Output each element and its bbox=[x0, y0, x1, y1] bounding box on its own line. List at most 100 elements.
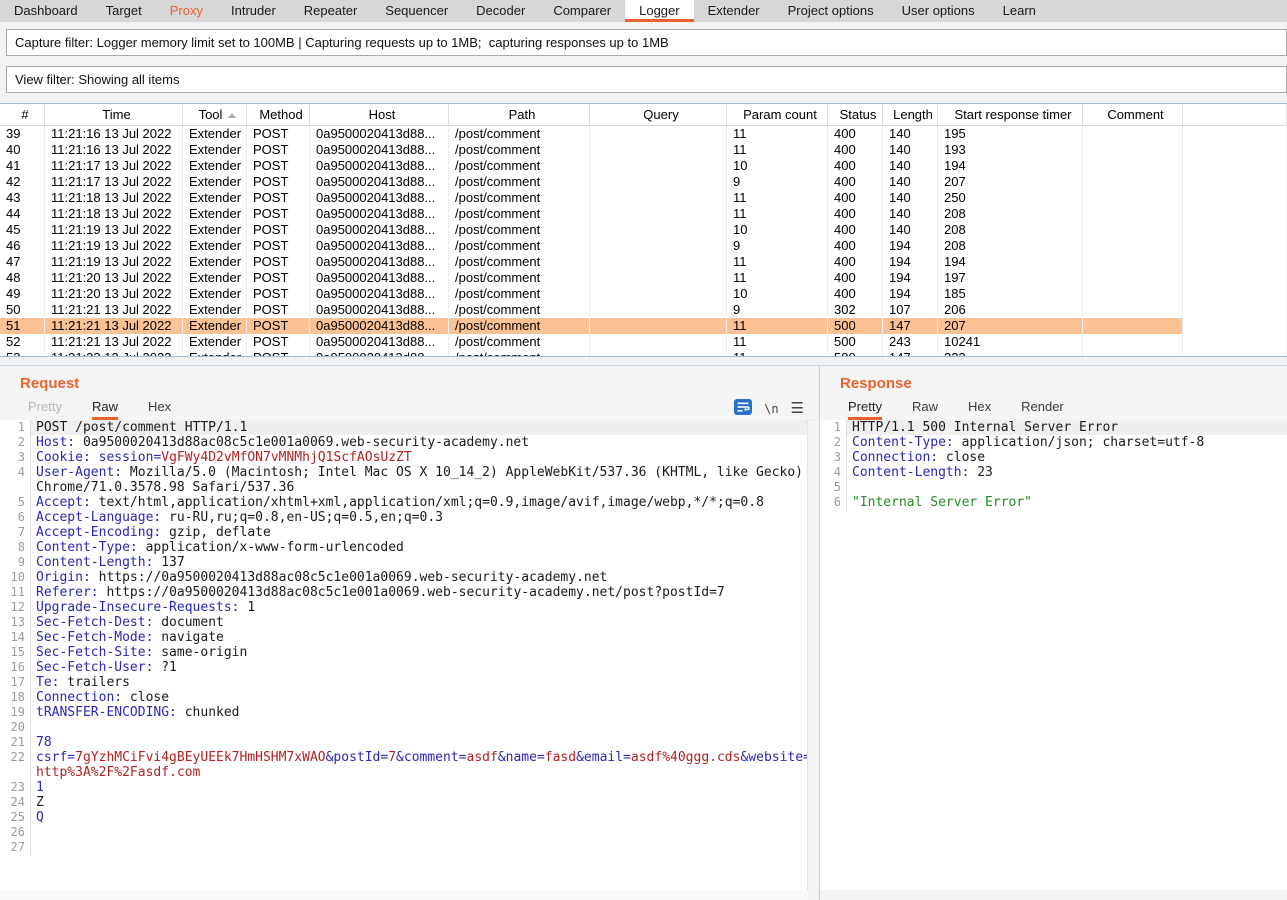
request-title: Request bbox=[20, 375, 79, 392]
top-tab-bar: DashboardTargetProxyIntruderRepeaterSequ… bbox=[0, 0, 1287, 22]
line-content: Origin: https://0a9500020413d88ac08c5c1e… bbox=[30, 570, 807, 585]
cell-method: POST bbox=[247, 126, 310, 142]
request-line: 11Referer: https://0a9500020413d88ac08c5… bbox=[0, 585, 807, 600]
newline-glyph-icon[interactable]: \n bbox=[764, 402, 778, 416]
column-header-param-count[interactable]: Param count bbox=[727, 104, 828, 126]
request-editor-hscroll[interactable] bbox=[0, 890, 808, 900]
cell-method: POST bbox=[247, 302, 310, 318]
tab-learn[interactable]: Learn bbox=[989, 0, 1050, 22]
table-row[interactable]: 4611:21:19 13 Jul 2022ExtenderPOST0a9500… bbox=[0, 238, 1287, 254]
request-editor[interactable]: 1POST /post/comment HTTP/1.12Host: 0a950… bbox=[0, 420, 808, 890]
cell-spacer bbox=[1183, 142, 1287, 158]
cell-time: 11:21:19 13 Jul 2022 bbox=[45, 254, 183, 270]
line-number bbox=[0, 765, 30, 780]
table-row[interactable]: 4111:21:17 13 Jul 2022ExtenderPOST0a9500… bbox=[0, 158, 1287, 174]
line-content: http%3A%2F%2Fasdf.com bbox=[30, 765, 807, 780]
cell-length: 140 bbox=[883, 190, 938, 206]
column-header-path[interactable]: Path bbox=[449, 104, 590, 126]
cell-method: POST bbox=[247, 286, 310, 302]
request-line: 20 bbox=[0, 720, 807, 735]
tab-dashboard[interactable]: Dashboard bbox=[0, 0, 92, 22]
cell-method: POST bbox=[247, 254, 310, 270]
tab-target[interactable]: Target bbox=[92, 0, 156, 22]
column-header-host[interactable]: Host bbox=[310, 104, 449, 126]
table-row[interactable]: 4311:21:18 13 Jul 2022ExtenderPOST0a9500… bbox=[0, 190, 1287, 206]
cell-query bbox=[590, 142, 727, 158]
table-row[interactable]: 5011:21:21 13 Jul 2022ExtenderPOST0a9500… bbox=[0, 302, 1287, 318]
table-row[interactable]: 4811:21:20 13 Jul 2022ExtenderPOST0a9500… bbox=[0, 270, 1287, 286]
tab-logger[interactable]: Logger bbox=[625, 0, 693, 22]
cell-id: 45 bbox=[0, 222, 45, 238]
column-header-[interactable]: # bbox=[0, 104, 45, 126]
view-filter-bar[interactable]: View filter: Showing all items bbox=[6, 66, 1287, 93]
line-number bbox=[0, 480, 30, 495]
table-row[interactable]: 3911:21:16 13 Jul 2022ExtenderPOST0a9500… bbox=[0, 126, 1287, 142]
response-tab-pretty[interactable]: Pretty bbox=[848, 397, 882, 420]
column-header-method[interactable]: Method bbox=[247, 104, 310, 126]
cell-id: 52 bbox=[0, 334, 45, 350]
tab-repeater[interactable]: Repeater bbox=[290, 0, 371, 22]
tab-proxy[interactable]: Proxy bbox=[156, 0, 217, 22]
tab-project-options[interactable]: Project options bbox=[774, 0, 888, 22]
cell-query bbox=[590, 174, 727, 190]
cell-start-response-timer: 233 bbox=[938, 350, 1083, 356]
cell-host: 0a9500020413d88... bbox=[310, 286, 449, 302]
cell-path: /post/comment bbox=[449, 270, 590, 286]
cell-start-response-timer: 208 bbox=[938, 238, 1083, 254]
request-line: 12Upgrade-Insecure-Requests: 1 bbox=[0, 600, 807, 615]
cell-spacer bbox=[1183, 222, 1287, 238]
panel-splitter[interactable] bbox=[0, 358, 1287, 366]
logger-table: #TimeToolMethodHostPathQueryParam countS… bbox=[0, 103, 1287, 357]
capture-filter-bar[interactable]: Capture filter: Logger memory limit set … bbox=[6, 29, 1287, 56]
cell-status: 500 bbox=[828, 350, 883, 356]
cell-time: 11:21:16 13 Jul 2022 bbox=[45, 126, 183, 142]
tab-intruder[interactable]: Intruder bbox=[217, 0, 290, 22]
table-row[interactable]: 4011:21:16 13 Jul 2022ExtenderPOST0a9500… bbox=[0, 142, 1287, 158]
table-row[interactable]: 5211:21:21 13 Jul 2022ExtenderPOST0a9500… bbox=[0, 334, 1287, 350]
response-tab-render[interactable]: Render bbox=[1021, 397, 1064, 420]
cell-length: 140 bbox=[883, 126, 938, 142]
table-row[interactable]: 4211:21:17 13 Jul 2022ExtenderPOST0a9500… bbox=[0, 174, 1287, 190]
column-header-start-response-timer[interactable]: Start response timer bbox=[938, 104, 1083, 126]
cell-comment bbox=[1083, 126, 1183, 142]
cell-comment bbox=[1083, 222, 1183, 238]
cell-id: 49 bbox=[0, 286, 45, 302]
column-header-tool[interactable]: Tool bbox=[183, 104, 247, 126]
cell-comment bbox=[1083, 350, 1183, 356]
tab-extender[interactable]: Extender bbox=[694, 0, 774, 22]
tab-sequencer[interactable]: Sequencer bbox=[371, 0, 462, 22]
column-header-time[interactable]: Time bbox=[45, 104, 183, 126]
column-header-comment[interactable]: Comment bbox=[1083, 104, 1183, 126]
column-header-length[interactable]: Length bbox=[883, 104, 938, 126]
tab-decoder[interactable]: Decoder bbox=[462, 0, 539, 22]
cell-spacer bbox=[1183, 318, 1287, 334]
editor-menu-icon[interactable]: ☰ bbox=[791, 402, 804, 416]
cell-tool: Extender bbox=[183, 222, 247, 238]
tab-user-options[interactable]: User options bbox=[888, 0, 989, 22]
cell-id: 44 bbox=[0, 206, 45, 222]
table-row[interactable]: 4411:21:18 13 Jul 2022ExtenderPOST0a9500… bbox=[0, 206, 1287, 222]
table-row[interactable]: 4711:21:19 13 Jul 2022ExtenderPOST0a9500… bbox=[0, 254, 1287, 270]
cell-id: 43 bbox=[0, 190, 45, 206]
request-line: 5Accept: text/html,application/xhtml+xml… bbox=[0, 495, 807, 510]
line-content: Accept-Encoding: gzip, deflate bbox=[30, 525, 807, 540]
request-tab-hex[interactable]: Hex bbox=[148, 397, 171, 420]
cell-status: 400 bbox=[828, 270, 883, 286]
response-tab-hex[interactable]: Hex bbox=[968, 397, 991, 420]
cell-id: 51 bbox=[0, 318, 45, 334]
request-tab-pretty: Pretty bbox=[28, 397, 62, 420]
line-content: Connection: close bbox=[846, 450, 1287, 465]
response-editor[interactable]: 1HTTP/1.1 500 Internal Server Error2Cont… bbox=[820, 420, 1287, 890]
line-number: 15 bbox=[0, 645, 30, 660]
response-tab-raw[interactable]: Raw bbox=[912, 397, 938, 420]
request-tab-raw[interactable]: Raw bbox=[92, 397, 118, 420]
table-row[interactable]: 5311:21:22 13 Jul 2022ExtenderPOST0a9500… bbox=[0, 350, 1287, 356]
column-header-status[interactable]: Status bbox=[828, 104, 883, 126]
table-row[interactable]: 4511:21:19 13 Jul 2022ExtenderPOST0a9500… bbox=[0, 222, 1287, 238]
cell-status: 400 bbox=[828, 206, 883, 222]
tab-comparer[interactable]: Comparer bbox=[539, 0, 625, 22]
table-row[interactable]: 4911:21:20 13 Jul 2022ExtenderPOST0a9500… bbox=[0, 286, 1287, 302]
table-row[interactable]: 5111:21:21 13 Jul 2022ExtenderPOST0a9500… bbox=[0, 318, 1287, 334]
column-header-query[interactable]: Query bbox=[590, 104, 727, 126]
wrap-lines-icon[interactable] bbox=[734, 399, 752, 420]
